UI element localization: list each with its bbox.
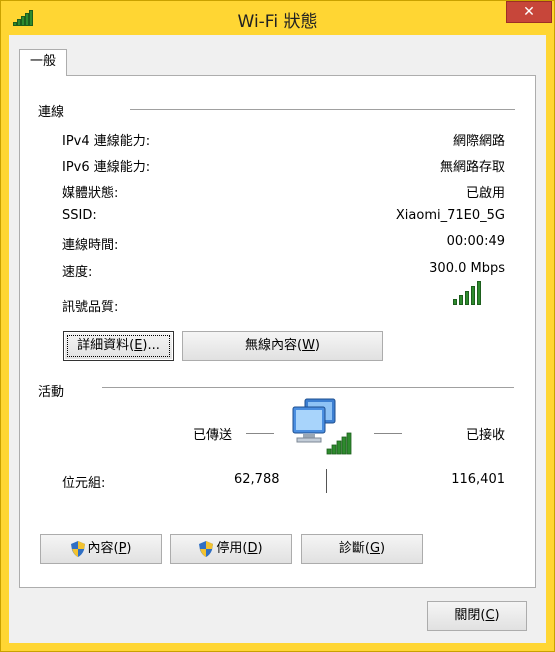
media-state-label: 媒體狀態: [62,186,119,201]
disable-button[interactable]: 停用(D) [170,534,292,564]
focus-ring [67,335,170,357]
dialog-body: 一般 連線 IPv4 連線能力: 網際網路 IPv6 連線能力: 無網路存取 媒… [9,35,546,643]
wireless-properties-button[interactable]: 無線內容(W) [182,331,383,361]
disable-button-tail: ) [257,541,263,556]
ipv6-label: IPv6 連線能力: [62,160,151,175]
bytes-divider [326,469,327,493]
close-button-text: 關閉( [454,608,486,623]
general-panel: 連線 IPv4 連線能力: 網際網路 IPv6 連線能力: 無網路存取 媒體狀態… [19,75,536,588]
duration-label: 連線時間: [62,238,119,253]
received-line [374,433,402,434]
close-button-key: C [485,608,495,623]
signal-strength-icon [453,281,483,305]
connection-heading: 連線 [38,105,65,120]
tab-general[interactable]: 一般 [19,49,67,76]
signal-quality-label: 訊號品質: [62,300,119,315]
ipv4-label: IPv4 連線能力: [62,134,151,149]
disable-button-text: 停用( [216,541,248,556]
close-window-button[interactable]: ✕ [506,1,552,23]
ipv4-value: 網際網路 [452,134,505,149]
media-state-value: 已啟用 [465,186,505,201]
ssid-value: Xiaomi_71E0_5G [395,208,505,223]
activity-divider [102,387,514,388]
close-button[interactable]: 關閉(C) [427,601,527,631]
ssid-label: SSID: [62,208,97,223]
bytes-received: 116,401 [451,472,505,487]
disable-button-key: D [247,541,258,556]
sent-line [246,433,274,434]
window-title: Wi-Fi 狀態 [237,12,318,32]
properties-button-tail: ) [126,541,132,556]
speed-value: 300.0 Mbps [429,261,505,276]
window: Wi-Fi 狀態 ✕ 一般 連線 IPv4 連線能力: 網際網路 IPv6 連線… [0,0,555,652]
connection-divider [130,109,515,110]
wireless-button-tail: ) [314,338,320,353]
uac-shield-icon [199,540,214,557]
bytes-sent: 62,788 [234,472,280,487]
diagnose-button-text: 診斷( [338,541,370,556]
wireless-button-key: W [302,338,315,353]
wireless-button-text: 無線內容( [244,338,303,353]
properties-button-text: 內容( [87,541,119,556]
network-computers-icon [292,398,352,455]
title-bar[interactable]: Wi-Fi 狀態 ✕ [1,1,554,35]
properties-button[interactable]: 內容(P) [40,534,162,564]
activity-heading: 活動 [38,385,65,400]
ipv6-value: 無網路存取 [439,160,505,175]
uac-shield-icon [70,540,85,557]
received-label: 已接收 [465,428,505,443]
sent-label: 已傳送 [193,428,233,443]
diagnose-button-tail: ) [380,541,386,556]
diagnose-button-key: G [369,541,381,556]
diagnose-button[interactable]: 診斷(G) [301,534,423,564]
details-button[interactable]: 詳細資料(E)... [63,331,174,361]
duration-value: 00:00:49 [446,234,505,249]
speed-label: 速度: [62,265,93,280]
close-button-tail: ) [494,608,500,623]
bytes-label: 位元組: [62,476,106,491]
